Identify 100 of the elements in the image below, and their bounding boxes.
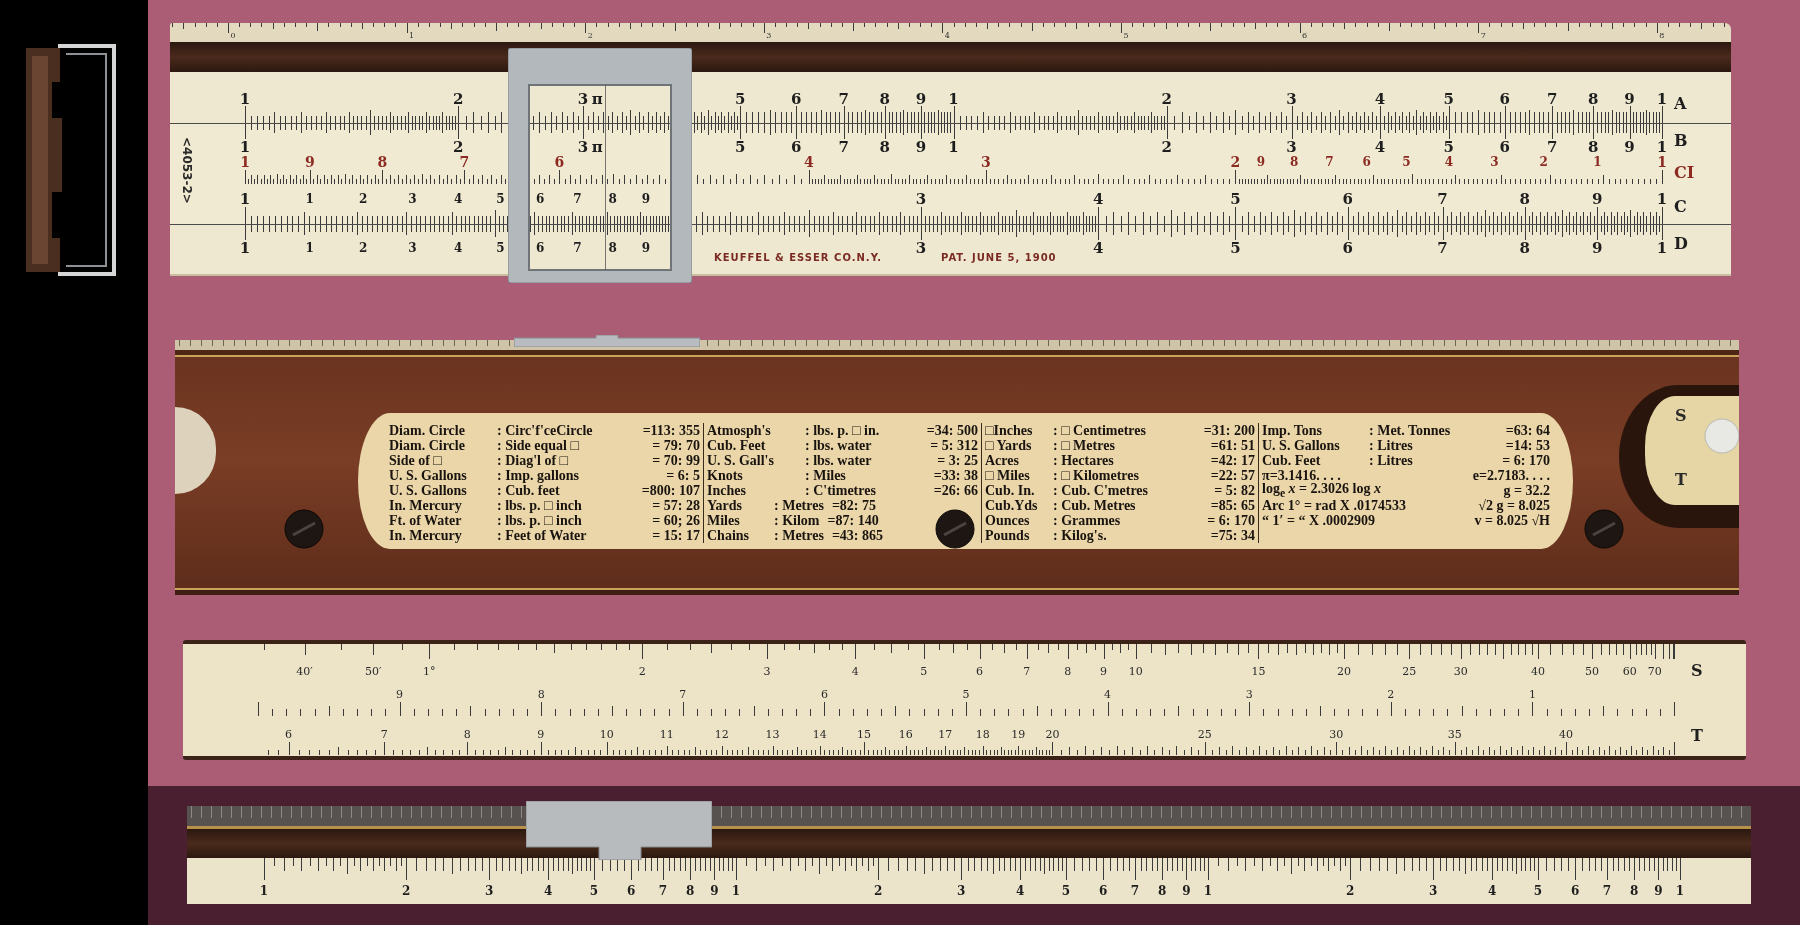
scale-label: 6 bbox=[1362, 156, 1371, 168]
screw-icon bbox=[1584, 509, 1624, 549]
unit-name: Cub. Feet bbox=[707, 438, 767, 453]
equivalent-unit: : Metres bbox=[774, 528, 824, 543]
scale-label: 1° bbox=[422, 665, 436, 677]
unit-name: □ Yards bbox=[985, 438, 1033, 453]
scale-label: 9 bbox=[1624, 91, 1635, 107]
conversion-ratio: = 79: 70 bbox=[652, 438, 700, 453]
equivalent-unit: : Cub. C'metres bbox=[1053, 483, 1148, 498]
unit-name: U. S. Gallons bbox=[1262, 438, 1341, 453]
scale-label: 8 bbox=[1659, 32, 1665, 40]
scale-label: 1 bbox=[1656, 191, 1668, 207]
scale-label: 1 bbox=[1656, 91, 1668, 107]
scale-label: 3 bbox=[1245, 688, 1253, 700]
formula-text: log$_{e}$ x = 2.3026 log x bbox=[1262, 480, 1381, 500]
scale-label: 13 bbox=[765, 728, 780, 740]
scale-label: 1 bbox=[1656, 139, 1668, 155]
scale-label: 9 bbox=[915, 91, 927, 107]
conversion-ratio: = 5: 82 bbox=[1214, 483, 1255, 498]
round-knob-icon bbox=[1704, 418, 1739, 454]
scale-label: 4 bbox=[1092, 240, 1104, 256]
scale-label: 1 bbox=[409, 32, 415, 40]
scale-label: 6 bbox=[1342, 240, 1353, 256]
unit-name: Ounces bbox=[985, 513, 1031, 528]
scale-label: 1 bbox=[948, 91, 959, 107]
scale-label: 3 bbox=[577, 139, 589, 155]
screw-icon bbox=[284, 509, 324, 549]
formula-text: “ 1′ = “ X .0002909 bbox=[1262, 513, 1376, 528]
scale-label: 60 bbox=[1622, 665, 1637, 677]
equivalent-unit: : Cub. Metres bbox=[1053, 498, 1136, 513]
scale-label: 4 bbox=[1444, 156, 1454, 168]
unit-name: Cub.Yds bbox=[985, 498, 1039, 513]
scale-label: 70 bbox=[1647, 665, 1662, 677]
unit-name: U. S. Gallons bbox=[389, 468, 468, 483]
scale-label: 2 bbox=[873, 885, 883, 897]
scale-label: 2 bbox=[638, 665, 646, 677]
scale-label: 3 bbox=[577, 91, 589, 107]
scale-label: 4 bbox=[804, 155, 814, 169]
conversion-ratio: = 60; 26 bbox=[652, 513, 700, 528]
scale-label: 2 bbox=[453, 91, 464, 107]
scale-label: 15 bbox=[1251, 665, 1266, 677]
scale-label: 1 bbox=[239, 139, 251, 155]
unit-name: Imp. Tons bbox=[1262, 423, 1323, 438]
scale-label: 1 bbox=[240, 155, 250, 169]
unit-name: □ Miles bbox=[985, 468, 1031, 483]
equivalent-unit: : □ Centimetres bbox=[1053, 423, 1146, 438]
conversion-ratio: = 70: 99 bbox=[652, 453, 700, 468]
unit-name: Cub. In. bbox=[985, 483, 1036, 498]
scale-label: 4 bbox=[453, 242, 463, 254]
scale-label: 5 bbox=[735, 139, 746, 155]
scale-label: 5 bbox=[735, 91, 746, 107]
conversion-ratio: =75: 34 bbox=[1210, 528, 1255, 543]
equivalent-unit: : Diag'l of □ bbox=[497, 453, 569, 468]
scale-label: 17 bbox=[938, 728, 953, 740]
scale-label: 11 bbox=[659, 728, 674, 740]
scale-label: 7 bbox=[1547, 91, 1558, 107]
scale-label: 12 bbox=[714, 728, 729, 740]
scale-label: 1 bbox=[948, 139, 959, 155]
scale-label: π bbox=[591, 91, 603, 107]
scale-letter: C bbox=[1674, 199, 1687, 215]
equivalent-unit: : lbs. p. □ inch bbox=[497, 513, 582, 528]
conversion-ratio: =31: 200 bbox=[1203, 423, 1255, 438]
scale-label: 4 bbox=[1016, 885, 1025, 897]
formula-text: π=3.1416. . . . bbox=[1262, 468, 1341, 483]
scale-label: 7 bbox=[1602, 885, 1612, 897]
scale-label: 6 bbox=[285, 728, 293, 740]
scale-label: 9 bbox=[1654, 885, 1663, 897]
unit-name: Pounds bbox=[985, 528, 1031, 543]
unit-name: Yards bbox=[707, 498, 743, 513]
scale-label: 7 bbox=[1325, 156, 1334, 168]
conversion-ratio: =22: 57 bbox=[1210, 468, 1255, 483]
conversion-ratio: =33: 38 bbox=[933, 468, 978, 483]
scale-label: 7 bbox=[1480, 32, 1486, 40]
equivalent-unit: : Miles bbox=[805, 468, 846, 483]
maker-imprint: KEUFFEL & ESSER CO.N.Y. bbox=[714, 253, 883, 263]
scale-label: 5 bbox=[1533, 885, 1543, 897]
equivalent-unit: : lbs. water bbox=[805, 453, 872, 468]
scale-label: 8 bbox=[1588, 91, 1599, 107]
scale-label: 1 bbox=[305, 193, 314, 205]
scale-label: 8 bbox=[686, 885, 695, 897]
scale-label: 7 bbox=[838, 139, 849, 155]
equivalent-unit: : Litres bbox=[1369, 453, 1413, 468]
scale-label: 8 bbox=[463, 728, 471, 740]
equivalent-unit: : Metres bbox=[774, 498, 824, 513]
scale-label: 5 bbox=[920, 665, 928, 677]
scale-label: 9 bbox=[304, 155, 315, 169]
scale-label: 2 bbox=[1387, 688, 1395, 700]
scale-label: π bbox=[591, 139, 603, 155]
scale-label: 3 bbox=[1429, 885, 1438, 897]
scale-label: 5 bbox=[1061, 885, 1071, 897]
scale-label: 19 bbox=[1011, 728, 1026, 740]
scale-label: 3 bbox=[1490, 156, 1499, 168]
scale-label: 7 bbox=[573, 242, 582, 254]
scale-label: 6 bbox=[554, 155, 565, 169]
scale-label: 4 bbox=[851, 665, 859, 677]
scale-label: 9 bbox=[537, 728, 545, 740]
equivalent-unit: : Kilom bbox=[774, 513, 820, 528]
scale-letter: S bbox=[1691, 663, 1703, 679]
scale-label: 9 bbox=[1100, 665, 1108, 677]
unit-name: Inches bbox=[707, 483, 747, 498]
